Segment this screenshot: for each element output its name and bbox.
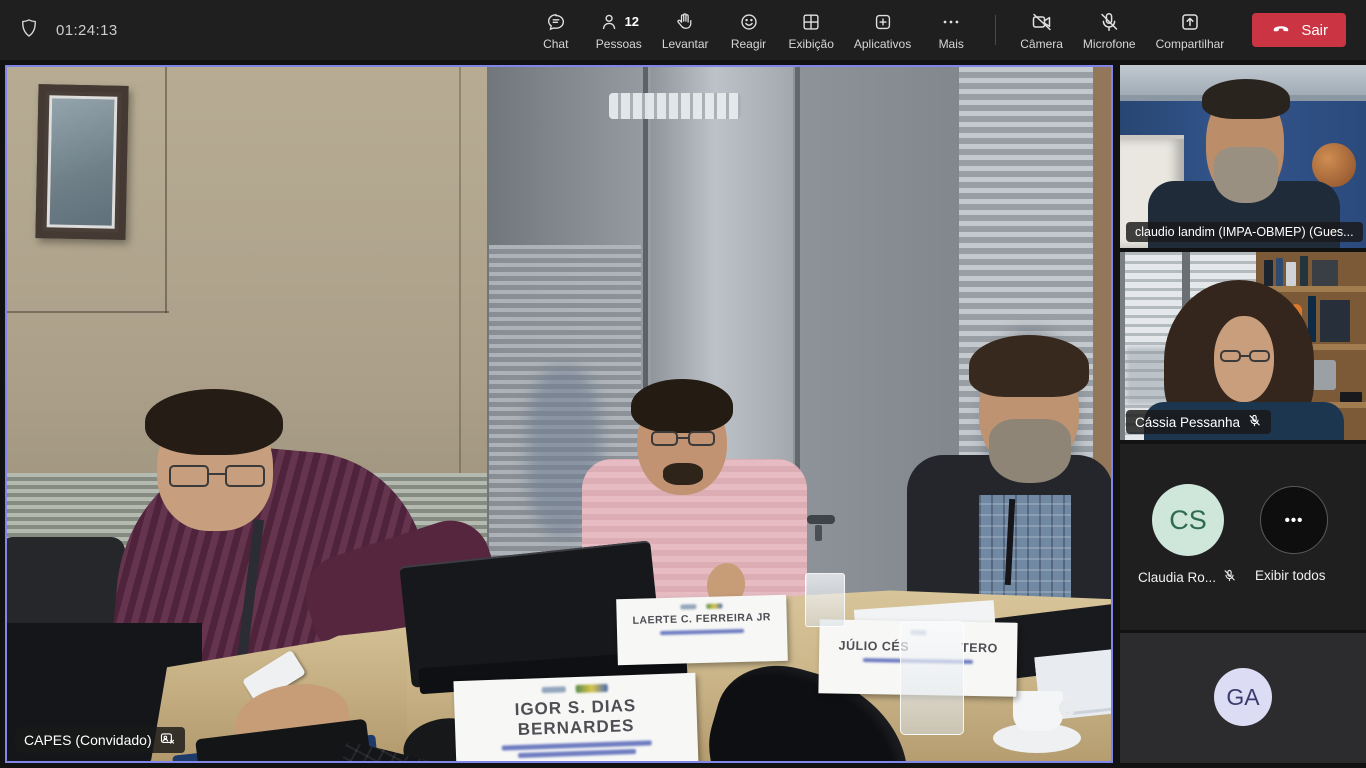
hangup-icon [1270,17,1292,43]
name-card-text: JÚLIO CÉS [838,639,909,654]
name-card-text: IGOR S. DIAS BERNARDES [454,694,697,742]
apps-button[interactable]: Aplicativos [848,6,917,55]
chat-icon [545,10,567,34]
camera-toggle-button[interactable]: Câmera [1014,6,1069,55]
people-label: Pessoas [596,37,642,51]
toolbar-divider [995,15,996,45]
react-label: Reagir [731,37,766,51]
raise-hand-label: Levantar [662,37,709,51]
mic-toggle-button[interactable]: Microfone [1077,6,1142,55]
tile-name-text: claudio landim (IMPA-OBMEP) (Gues... [1135,225,1354,239]
mic-off-icon [1247,413,1262,431]
video-tile-claudio[interactable]: claudio landim (IMPA-OBMEP) (Gues... [1120,65,1366,248]
camera-label: Câmera [1020,37,1063,51]
people-button[interactable]: 12 Pessoas [590,6,648,55]
mic-off-icon [1097,10,1121,34]
shield-icon [18,17,40,44]
meeting-timer: 01:24:13 [56,22,118,39]
people-count-badge: 12 [625,14,639,29]
framed-picture [35,84,128,240]
water-glass [900,621,964,735]
share-icon [1178,10,1202,34]
avatar-claudia[interactable]: CS [1152,484,1224,556]
meeting-window: 01:24:13 Chat 12 Pessoas [0,0,1366,768]
view-grid-icon [800,10,822,34]
avatar-initials: GA [1226,684,1259,711]
avatar-initials: CS [1169,505,1207,536]
more-label: Mais [939,37,964,51]
react-smiley-icon [738,10,760,34]
tile-status-icon [159,730,176,750]
leave-label: Sair [1301,22,1328,39]
overflow-participants-panel: CS Claudia Ro... ••• Exibir todos [1120,444,1366,630]
show-all-label: Exibir todos [1255,568,1326,583]
camera-off-icon [1030,10,1054,34]
water-glass [805,573,845,627]
mic-label: Microfone [1083,37,1136,51]
chat-label: Chat [543,37,568,51]
name-card-laerte: LAERTE C. FERREIRA JR [616,595,788,665]
leave-button[interactable]: Sair [1252,13,1346,47]
mic-off-icon [1222,568,1237,586]
meeting-toolbar: 01:24:13 Chat 12 Pessoas [0,0,1366,60]
share-button[interactable]: Compartilhar [1150,6,1231,55]
apps-label: Aplicativos [854,37,911,51]
name-card-text: TERO [961,641,998,656]
tile-name-text: CAPES (Convidado) [24,732,152,748]
tile-name-text: Cássia Pessanha [1135,415,1240,430]
chat-button[interactable]: Chat [530,6,582,55]
glasses [1220,350,1270,364]
show-all-button[interactable]: ••• [1260,486,1328,554]
raise-hand-button[interactable]: Levantar [656,6,715,55]
glasses [169,465,265,489]
participant-label-claudia: Claudia Ro... [1138,568,1237,586]
more-ellipsis-icon [940,10,962,34]
coffee-cup [1013,691,1063,731]
name-card-igor: IGOR S. DIAS BERNARDES [453,673,698,763]
tile-name-label: CAPES (Convidado) [15,727,185,753]
ellipsis-icon: ••• [1285,512,1304,529]
raise-hand-icon [674,10,696,34]
tile-name-label: claudio landim (IMPA-OBMEP) (Gues... [1126,222,1363,242]
more-button[interactable]: Mais [925,6,977,55]
view-label: Exibição [789,37,834,51]
video-tile-ga[interactable]: GA [1120,633,1366,763]
video-tile-cassia[interactable]: Cássia Pessanha [1120,252,1366,440]
avatar-ga: GA [1214,668,1272,726]
share-label: Compartilhar [1156,37,1225,51]
main-video-tile[interactable]: LAERTE C. FERREIRA JR JÚLIO CÉS TERO IGO… [5,65,1113,763]
apps-plus-icon [872,10,894,34]
react-button[interactable]: Reagir [723,6,775,55]
glasses [651,431,715,448]
people-icon [599,11,621,33]
name-card-text: LAERTE C. FERREIRA JR [632,611,771,627]
door-handle [807,515,835,524]
tile-name-label: Cássia Pessanha [1126,410,1271,434]
view-button[interactable]: Exibição [783,6,840,55]
ceiling-light [609,93,741,119]
copper-disc [1312,143,1356,187]
